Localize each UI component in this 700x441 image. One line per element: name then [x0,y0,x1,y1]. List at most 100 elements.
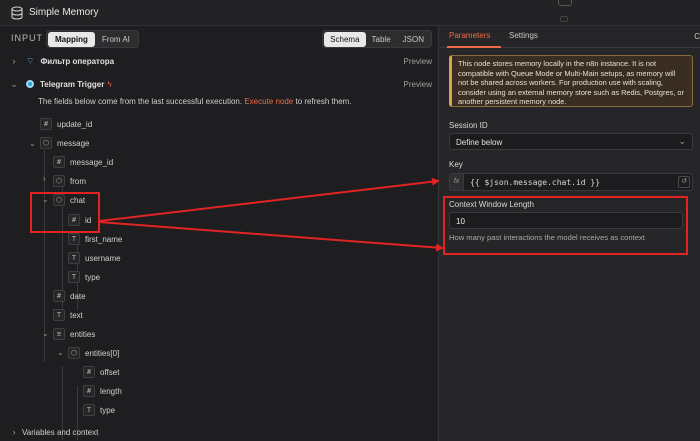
field-label: message [57,138,90,148]
preview-link[interactable]: Preview [404,57,432,66]
field-offset[interactable]: # offset [83,365,119,379]
collapsed-panel-letter: C [694,32,700,41]
field-label: entities [70,329,96,339]
object-type-icon: ⬡ [53,194,65,206]
chevron-down-icon[interactable]: ⌄ [42,329,49,338]
number-type-icon: # [40,118,52,130]
preview-link[interactable]: Preview [404,80,432,89]
field-update-id[interactable]: # update_id [40,117,92,131]
view-toggle: Schema Table JSON [322,30,432,48]
key-expression[interactable]: {{ $json.message.chat.id }} [470,178,600,187]
context-window-value[interactable]: 10 [456,217,465,226]
session-id-label: Session ID [449,121,488,130]
field-label: id [85,215,92,225]
field-from[interactable]: ⬡ from [53,174,86,188]
field-entities[interactable]: ≡ entities [53,327,95,341]
title-bar: Simple Memory [0,0,700,26]
node-row-telegram[interactable]: ⌄ Telegram Trigger ϟ Preview [0,76,438,92]
tab-settings[interactable]: Settings [509,31,538,40]
number-type-icon: # [68,214,80,226]
text-type-icon: T [68,252,80,264]
field-type[interactable]: T type [68,270,100,284]
field-label: message_id [70,157,114,167]
info-text: The fields below come from the last succ… [38,97,243,106]
chevron-right-icon[interactable]: › [43,174,46,183]
chevron-down-icon[interactable]: ⌄ [42,195,49,204]
field-chat[interactable]: ⬡ chat [53,193,85,207]
field-label: first_name [85,234,123,244]
context-window-input[interactable]: 10 [449,212,683,229]
key-label: Key [449,160,463,169]
field-length[interactable]: # length [83,384,122,398]
number-type-icon: # [83,385,95,397]
field-date[interactable]: # date [53,289,86,303]
field-type-2[interactable]: T type [83,403,115,417]
input-label: INPUT [11,33,43,43]
database-icon [11,6,23,20]
filter-icon: ⌔ [26,55,35,66]
field-label: username [85,253,121,263]
info-text: to refresh them. [295,97,352,106]
field-username[interactable]: T username [68,251,121,265]
execute-node-link[interactable]: Execute node [244,97,293,106]
field-label: entities[0] [85,348,120,358]
field-label: offset [100,367,120,377]
number-type-icon: # [83,366,95,378]
chevron-down-icon[interactable]: ⌄ [29,139,36,148]
open-editor-icon[interactable]: ↺ [678,176,690,188]
context-window-label: Context Window Length [449,200,534,209]
panel-handle-icon[interactable] [560,16,568,22]
field-label: length [100,386,122,396]
session-id-select[interactable]: Define below ⌄ [449,133,693,150]
key-expression-field[interactable]: fx {{ $json.message.chat.id }} ↺ [449,173,693,191]
active-tab-indicator [447,46,501,48]
text-type-icon: T [53,309,65,321]
field-text[interactable]: T text [53,308,83,322]
tab-schema[interactable]: Schema [324,31,366,47]
chevron-down-icon[interactable]: ⌄ [9,79,19,90]
warning-notice: This node stores memory locally in the n… [449,55,693,107]
params-tabs: Parameters Settings [439,26,700,48]
chevron-right-icon[interactable]: › [9,56,19,66]
context-window-hint: How many past interactions the model rec… [449,233,645,242]
tab-from-ai[interactable]: From AI [95,32,137,47]
field-label: date [70,291,86,301]
field-label: from [70,176,86,186]
node-row-filter[interactable]: › ⌔ Фильтр оператора Preview [0,53,438,69]
section-label: Variables and context [22,427,99,437]
node-name: Фильтр оператора [40,56,115,66]
field-message[interactable]: ⬡ message [40,136,89,150]
field-label: update_id [57,119,93,129]
tab-mapping[interactable]: Mapping [48,31,95,47]
trigger-bolt-icon: ϟ [107,79,112,89]
expression-icon: fx [450,174,464,190]
parameters-panel: Parameters Settings This node stores mem… [438,26,700,441]
tab-json[interactable]: JSON [397,32,430,47]
field-entities-0[interactable]: ⬡ entities[0] [68,346,119,360]
telegram-icon [26,80,34,88]
number-type-icon: # [53,156,65,168]
field-id[interactable]: # id [68,213,91,227]
field-label: type [100,405,116,415]
field-label: chat [70,195,86,205]
object-type-icon: ⬡ [40,137,52,149]
drag-handle-icon[interactable] [558,0,572,6]
variables-context-section[interactable]: › Variables and context [0,425,438,439]
tab-table[interactable]: Table [366,32,397,47]
tab-parameters[interactable]: Parameters [449,31,490,40]
node-name: Telegram Trigger [40,79,105,89]
text-type-icon: T [83,404,95,416]
chevron-right-icon[interactable]: › [9,427,19,437]
field-message-id[interactable]: # message_id [53,155,113,169]
field-label: text [70,310,83,320]
info-message: The fields below come from the last succ… [38,97,352,106]
mode-toggle: Mapping From AI [46,30,139,48]
select-value: Define below [456,138,503,147]
field-first-name[interactable]: T first_name [68,232,122,246]
array-type-icon: ≡ [53,328,65,340]
input-panel: INPUT Mapping From AI Schema Table JSON … [0,26,438,441]
window-title: Simple Memory [29,7,99,18]
text-type-icon: T [68,271,80,283]
chevron-down-icon: ⌄ [678,136,686,146]
chevron-down-icon[interactable]: ⌄ [57,348,64,357]
